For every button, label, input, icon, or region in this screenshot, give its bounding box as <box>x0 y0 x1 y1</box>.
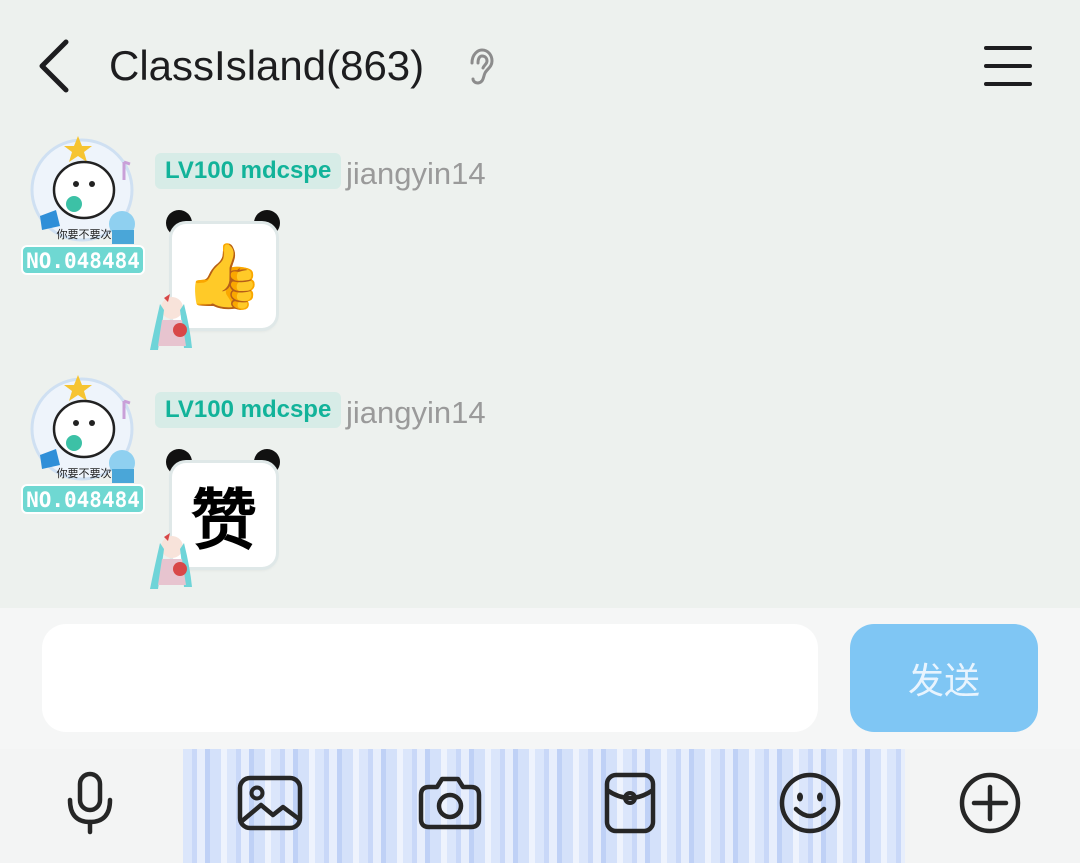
image-icon <box>237 775 303 831</box>
voice-button[interactable] <box>50 763 130 843</box>
hamburger-menu-icon <box>984 46 1032 86</box>
chat-message: 你要不要次 NO.048484 LV100 mdcspe jiangyin14 … <box>0 134 1080 364</box>
message-input[interactable] <box>42 624 818 732</box>
back-button[interactable] <box>30 36 80 96</box>
menu-button[interactable] <box>984 44 1032 88</box>
username[interactable]: jiangyin14 <box>346 154 486 194</box>
chat-title[interactable]: ClassIsland(863) <box>109 40 424 92</box>
red-packet-icon <box>604 772 656 834</box>
emoji-icon <box>779 772 841 834</box>
input-area: 发送 <box>0 608 1080 749</box>
anime-figure-decoration <box>150 294 192 350</box>
emoji-button[interactable] <box>770 763 850 843</box>
microphone-icon <box>67 771 113 835</box>
chat-header: ClassIsland(863) <box>0 0 1080 130</box>
sticker-message[interactable]: 👍 <box>144 210 294 360</box>
plus-circle-icon <box>959 772 1021 834</box>
chat-message: 你要不要次 NO.048484 LV100 mdcspe jiangyin14 … <box>0 373 1080 603</box>
avatar-caption: 你要不要次 <box>57 466 112 480</box>
camera-icon <box>418 776 482 830</box>
username[interactable]: jiangyin14 <box>346 393 486 433</box>
red-packet-button[interactable] <box>590 763 670 843</box>
chevron-left-icon <box>39 39 69 93</box>
camera-button[interactable] <box>410 763 490 843</box>
ear-icon[interactable] <box>466 47 496 87</box>
input-toolbar <box>0 749 1080 863</box>
anime-figure-decoration <box>150 533 192 589</box>
avatar-caption: 你要不要次 <box>57 227 112 241</box>
avatar[interactable]: 你要不要次 NO.048484 <box>20 134 148 284</box>
avatar-number: NO.048484 <box>26 488 140 512</box>
image-button[interactable] <box>230 763 310 843</box>
sticker-message[interactable]: 赞 <box>144 449 294 599</box>
level-badge: LV100 mdcspe <box>155 153 342 189</box>
send-button[interactable]: 发送 <box>850 624 1038 732</box>
avatar-number: NO.048484 <box>26 249 140 273</box>
level-badge: LV100 mdcspe <box>155 392 342 428</box>
more-button[interactable] <box>950 763 1030 843</box>
avatar[interactable]: 你要不要次 NO.048484 <box>20 373 148 523</box>
